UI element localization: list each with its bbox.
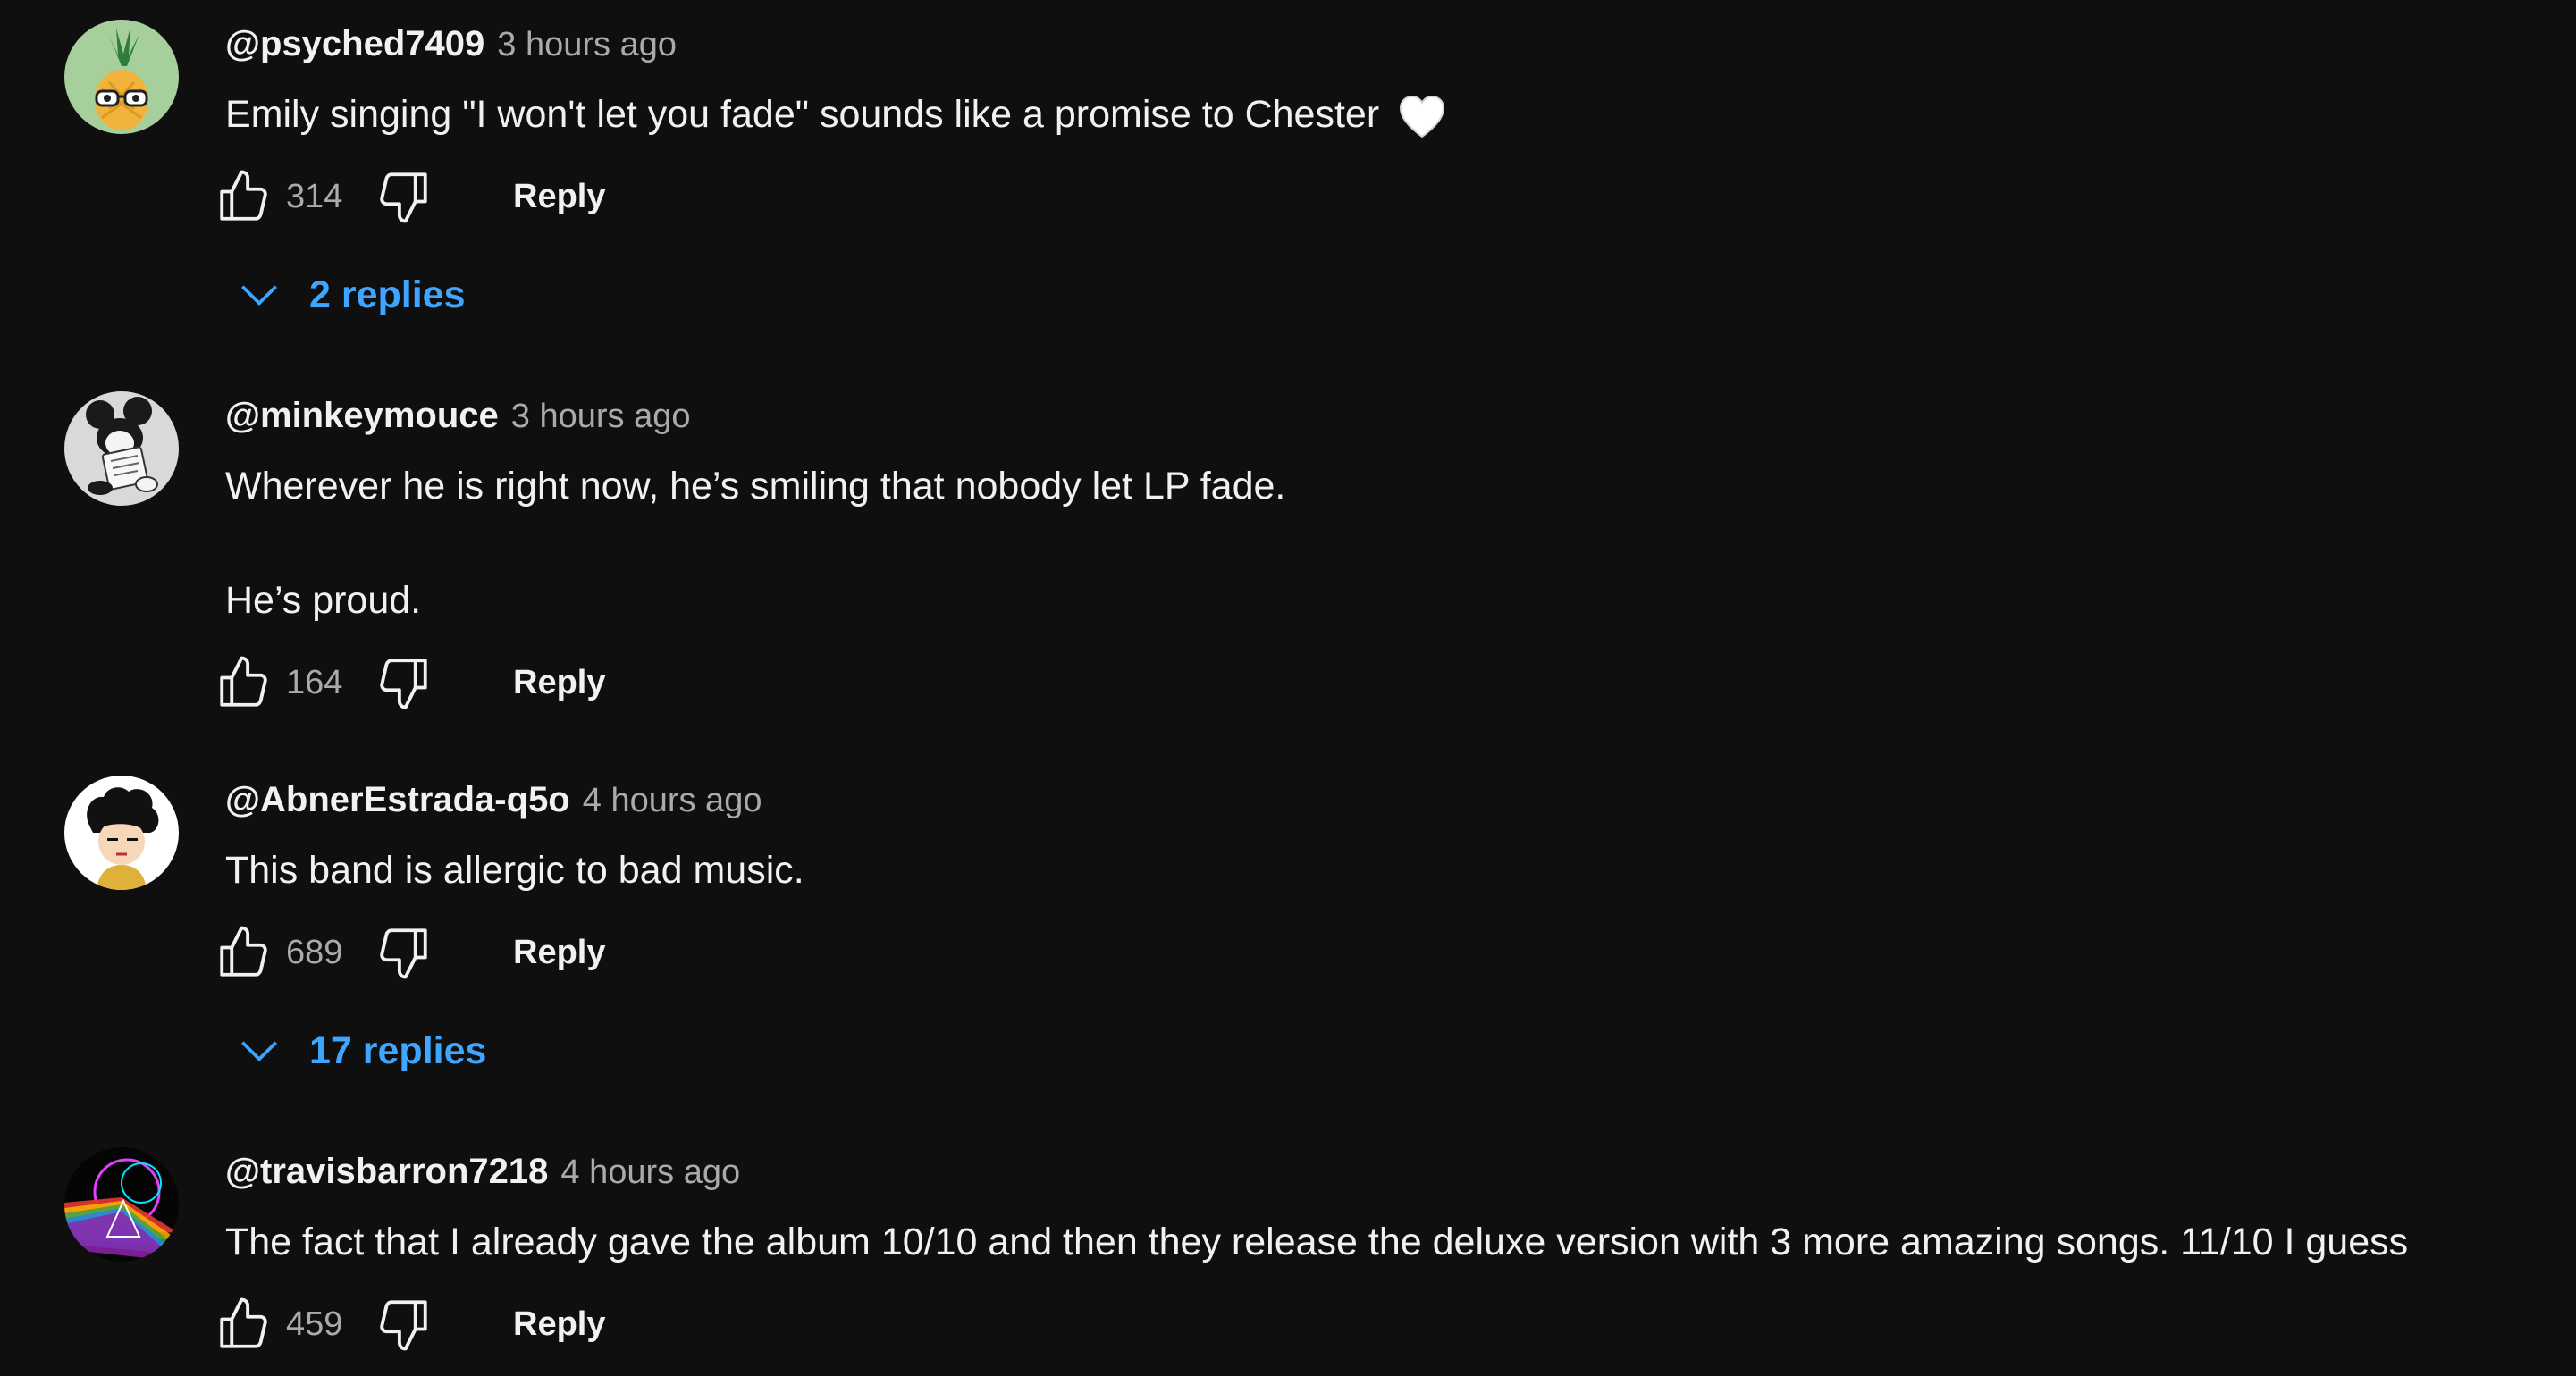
like-count: 459 bbox=[286, 1305, 343, 1343]
reply-button[interactable]: Reply bbox=[513, 1292, 605, 1356]
avatar[interactable] bbox=[64, 1147, 179, 1262]
like-button[interactable] bbox=[215, 920, 274, 985]
view-replies-label: 17 replies bbox=[309, 1028, 487, 1072]
comments-section: @psyched7409 3 hours ago Emily singing "I… bbox=[0, 0, 2576, 1376]
view-replies-button[interactable]: 2 replies bbox=[225, 263, 2558, 327]
comment-text: Wherever he is right now, he’s smiling t… bbox=[225, 465, 1286, 622]
dislike-button[interactable] bbox=[374, 164, 433, 229]
comment-actions: 164 Reply bbox=[215, 650, 2547, 715]
thumbs-down-icon bbox=[380, 659, 427, 709]
comment-header: @psyched7409 3 hours ago bbox=[225, 20, 2558, 68]
thumbs-up-icon bbox=[220, 170, 267, 221]
avatar[interactable] bbox=[64, 20, 179, 134]
reply-button[interactable]: Reply bbox=[513, 920, 605, 985]
like-button[interactable] bbox=[215, 650, 274, 715]
reply-button[interactable]: Reply bbox=[513, 650, 605, 715]
comment-author[interactable]: @travisbarron7218 bbox=[225, 1152, 548, 1191]
comment-text: The fact that I already gave the album 1… bbox=[225, 1221, 2409, 1263]
thumbs-down-icon bbox=[380, 172, 427, 223]
comment-actions: 689 Reply bbox=[215, 920, 2547, 985]
like-button[interactable] bbox=[215, 164, 274, 229]
comment-header: @travisbarron7218 4 hours ago bbox=[225, 1147, 2558, 1196]
view-replies-button[interactable]: 17 replies bbox=[225, 1019, 2558, 1083]
cartoon-boy-avatar-icon bbox=[64, 776, 179, 890]
comment-author[interactable]: @AbnerEstrada-q5o bbox=[225, 780, 570, 819]
dislike-button[interactable] bbox=[374, 1292, 433, 1356]
view-replies-label: 2 replies bbox=[309, 273, 466, 316]
dislike-button[interactable] bbox=[374, 920, 433, 985]
comment-text-content: Emily singing "I won't let you fade" sou… bbox=[225, 93, 1380, 136]
comment-author[interactable]: @psyched7409 bbox=[225, 24, 484, 63]
like-button[interactable] bbox=[215, 1292, 274, 1356]
comment-body: @psyched7409 3 hours ago Emily singing "I… bbox=[220, 20, 2558, 327]
thumbs-up-icon bbox=[220, 656, 267, 707]
comment-body: @minkeymouce 3 hours ago Wherever he is r… bbox=[220, 391, 2558, 715]
comment-time[interactable]: 3 hours ago bbox=[497, 26, 677, 63]
comment-header: @AbnerEstrada-q5o 4 hours ago bbox=[225, 776, 2558, 824]
thumbs-down-icon bbox=[380, 1300, 427, 1351]
comment-time[interactable]: 3 hours ago bbox=[511, 398, 691, 435]
comment-body: @AbnerEstrada-q5o 4 hours ago This band i… bbox=[220, 776, 2558, 1083]
reply-button[interactable]: Reply bbox=[513, 164, 605, 229]
thumbs-down-icon bbox=[380, 928, 427, 979]
like-count: 164 bbox=[286, 664, 343, 701]
comment-time[interactable]: 4 hours ago bbox=[583, 782, 762, 819]
comment-time[interactable]: 4 hours ago bbox=[560, 1154, 740, 1191]
chevron-down-icon bbox=[241, 285, 277, 306]
comment-actions: 314 Reply bbox=[215, 164, 2547, 229]
comment-author[interactable]: @minkeymouce bbox=[225, 396, 499, 435]
comment-text: Emily singing "I won't let you fade" sou… bbox=[225, 86, 2558, 143]
comment-text: This band is allergic to bad music. bbox=[225, 849, 804, 892]
pineapple-avatar-icon bbox=[64, 20, 179, 134]
like-count: 689 bbox=[286, 934, 343, 971]
dislike-button[interactable] bbox=[374, 650, 433, 715]
like-count: 314 bbox=[286, 178, 343, 215]
avatar[interactable] bbox=[64, 391, 179, 506]
mouse-reading-avatar-icon bbox=[64, 391, 179, 506]
white-heart-icon bbox=[1400, 95, 1445, 138]
chevron-down-icon bbox=[241, 1041, 277, 1061]
comment-body: @travisbarron7218 4 hours ago The fact th… bbox=[220, 1147, 2558, 1356]
rainbow-prism-avatar-icon bbox=[64, 1147, 179, 1262]
comment-header: @minkeymouce 3 hours ago bbox=[225, 391, 2558, 440]
avatar[interactable] bbox=[64, 776, 179, 890]
comment-actions: 459 Reply bbox=[215, 1292, 2547, 1356]
thumbs-up-icon bbox=[220, 1297, 267, 1348]
thumbs-up-icon bbox=[220, 926, 267, 977]
